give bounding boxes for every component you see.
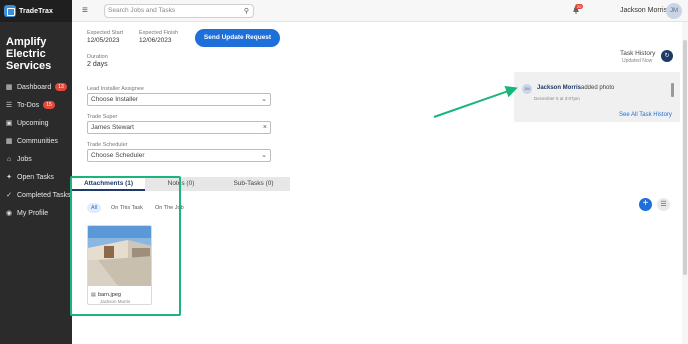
- page-scrollbar[interactable]: [683, 40, 687, 275]
- annotation-arrow: [433, 85, 518, 118]
